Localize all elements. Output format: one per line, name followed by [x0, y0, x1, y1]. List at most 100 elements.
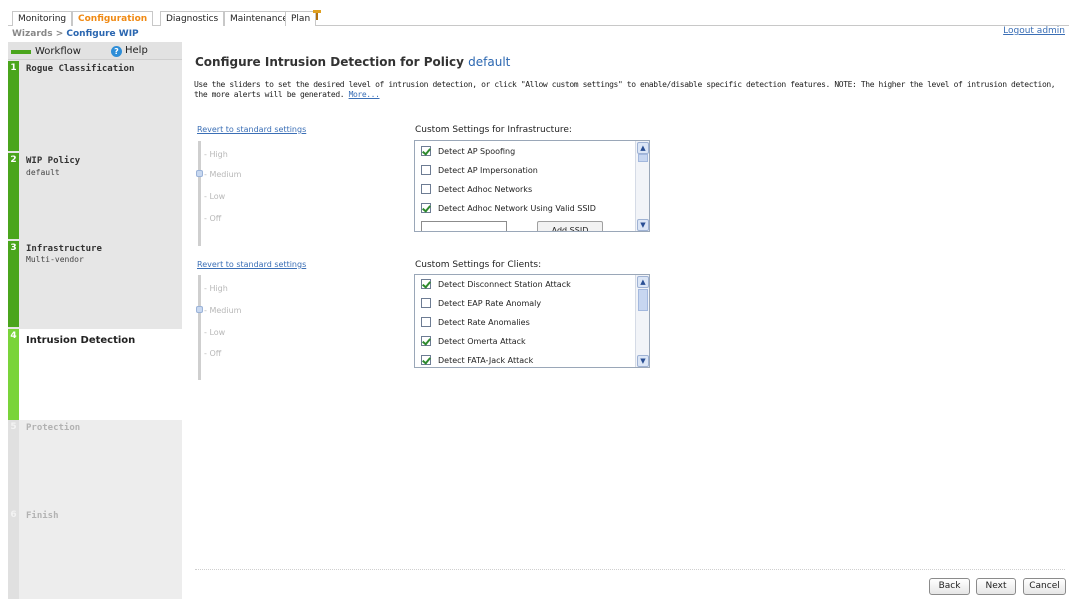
checkbox-omerta-attack[interactable]: [421, 336, 431, 346]
list-item[interactable]: Detect FATA-Jack Attack: [421, 354, 533, 366]
infrastructure-settings-list[interactable]: Detect AP Spoofing Detect AP Impersonati…: [414, 140, 650, 232]
workflow-tab[interactable]: Workflow: [35, 46, 81, 57]
clients-settings-list[interactable]: Detect Disconnect Station Attack Detect …: [414, 274, 650, 368]
page-title: Configure Intrusion Detection for Policy…: [195, 55, 510, 69]
step-wip-policy[interactable]: 2 WIP Policy default: [8, 153, 182, 239]
list-item[interactable]: Detect Adhoc Networks: [421, 183, 532, 195]
step-infrastructure[interactable]: 3 Infrastructure Multi-vendor: [8, 241, 182, 327]
ssid-input[interactable]: [421, 221, 507, 231]
back-button[interactable]: Back: [929, 578, 970, 595]
list-item-label: Detect AP Spoofing: [438, 146, 516, 156]
footer-divider: [195, 569, 1065, 570]
more-link[interactable]: More...: [349, 90, 380, 99]
help-link[interactable]: Help: [125, 45, 148, 56]
step-number: 4: [8, 329, 19, 420]
list-item-label: Detect AP Impersonation: [438, 165, 538, 175]
intro-text: Use the sliders to set the desired level…: [194, 80, 1064, 100]
scroll-up-icon[interactable]: ▲: [637, 276, 649, 288]
list-item-label: Detect Adhoc Networks: [438, 184, 533, 194]
sidebar-header: Workflow ? Help: [8, 42, 182, 60]
revert-clients-link[interactable]: Revert to standard settings: [197, 260, 306, 269]
list-item[interactable]: Detect AP Impersonation: [421, 164, 538, 176]
revert-infrastructure-link[interactable]: Revert to standard settings: [197, 125, 306, 134]
infrastructure-scrollbar[interactable]: ▲ ▼: [635, 141, 649, 231]
slider-track[interactable]: [198, 275, 201, 380]
step-subtitle: default: [26, 168, 60, 177]
tab-monitoring[interactable]: Monitoring: [12, 11, 73, 26]
step-number: 1: [8, 61, 19, 151]
step-number: 6: [8, 508, 19, 599]
level-low: - Low: [204, 192, 226, 201]
checkbox-eap-rate-anomaly[interactable]: [421, 298, 431, 308]
scroll-down-icon[interactable]: ▼: [637, 355, 649, 367]
list-item[interactable]: Detect Disconnect Station Attack: [421, 278, 571, 290]
level-medium: - Medium: [204, 306, 242, 315]
step-rogue-classification[interactable]: 1 Rogue Classification: [8, 61, 182, 151]
tab-configuration[interactable]: Configuration: [72, 11, 154, 27]
step-finish[interactable]: 6 Finish: [8, 508, 182, 599]
page-title-text: Configure Intrusion Detection for Policy: [195, 55, 464, 69]
step-title: WIP Policy: [26, 156, 81, 166]
list-item-label: Detect Rate Anomalies: [438, 317, 530, 327]
breadcrumb-root[interactable]: Wizards: [12, 29, 53, 39]
checkbox-adhoc-valid-ssid[interactable]: [421, 203, 431, 213]
checkbox-ap-impersonation[interactable]: [421, 165, 431, 175]
list-item[interactable]: Detect Rate Anomalies: [421, 316, 530, 328]
next-button[interactable]: Next: [976, 578, 1016, 595]
workflow-icon: [11, 50, 31, 54]
slider-thumb[interactable]: [196, 170, 203, 177]
step-intrusion-detection[interactable]: 4 Intrusion Detection: [8, 329, 182, 420]
cancel-button[interactable]: Cancel: [1023, 578, 1066, 595]
list-item-label: Detect Adhoc Network Using Valid SSID: [438, 203, 596, 213]
scroll-thumb[interactable]: [638, 154, 648, 162]
step-title: Protection: [26, 423, 81, 433]
checkbox-disconnect-station[interactable]: [421, 279, 431, 289]
step-protection[interactable]: 5 Protection: [8, 420, 182, 508]
level-high: - High: [204, 150, 228, 159]
clients-scrollbar[interactable]: ▲ ▼: [635, 275, 649, 367]
clients-detection-slider[interactable]: - High - Medium - Low - Off: [196, 275, 317, 380]
step-subtitle: Multi-vendor: [26, 255, 84, 264]
policy-name: default: [468, 55, 511, 69]
checkbox-rate-anomalies[interactable]: [421, 317, 431, 327]
list-item[interactable]: Detect AP Spoofing: [421, 145, 515, 157]
level-off: - Off: [204, 349, 222, 358]
list-item-label: Detect Omerta Attack: [438, 336, 526, 346]
slider-track[interactable]: [198, 141, 201, 246]
tab-maintenance[interactable]: Maintenance: [224, 11, 294, 26]
infrastructure-custom-title: Custom Settings for Infrastructure:: [415, 125, 572, 135]
step-number: 5: [8, 420, 19, 508]
scroll-thumb[interactable]: [638, 289, 648, 311]
list-item-label: Detect FATA-Jack Attack: [438, 355, 534, 365]
step-title: Infrastructure: [26, 244, 102, 254]
list-item[interactable]: Detect Omerta Attack: [421, 335, 526, 347]
main-panel: Configure Intrusion Detection for Policy…: [183, 42, 1069, 599]
level-medium: - Medium: [204, 170, 242, 179]
workflow-sidebar: Workflow ? Help 1 Rogue Classification 2…: [8, 42, 182, 599]
tab-diagnostics[interactable]: Diagnostics: [160, 11, 225, 26]
level-off: - Off: [204, 214, 222, 223]
level-low: - Low: [204, 328, 226, 337]
step-title: Rogue Classification: [26, 64, 135, 74]
checkbox-adhoc-networks[interactable]: [421, 184, 431, 194]
list-item[interactable]: Detect EAP Rate Anomaly: [421, 297, 541, 309]
checkbox-ap-spoofing[interactable]: [421, 146, 431, 156]
step-number: 3: [8, 241, 19, 327]
checkbox-fata-jack-attack[interactable]: [421, 355, 431, 365]
list-item[interactable]: Detect Adhoc Network Using Valid SSID: [421, 202, 596, 214]
clients-custom-title: Custom Settings for Clients:: [415, 260, 542, 270]
infrastructure-detection-slider[interactable]: - High - Medium - Low - Off: [196, 141, 317, 246]
step-number: 2: [8, 153, 19, 239]
breadcrumb: Wizards > Configure WIP: [12, 29, 139, 39]
scroll-down-icon[interactable]: ▼: [637, 219, 649, 231]
breadcrumb-separator: >: [55, 29, 64, 39]
logout-link[interactable]: Logout admin: [1003, 26, 1065, 36]
step-title: Finish: [26, 511, 59, 521]
breadcrumb-bar: Wizards > Configure WIP Logout admin: [8, 26, 1069, 42]
add-ssid-button[interactable]: Add SSID: [537, 221, 603, 231]
slider-thumb[interactable]: [196, 306, 203, 313]
pin-icon[interactable]: [312, 9, 322, 21]
help-icon[interactable]: ?: [111, 46, 122, 57]
scroll-up-icon[interactable]: ▲: [637, 142, 649, 154]
intro-body: Use the sliders to set the desired level…: [194, 80, 1056, 99]
